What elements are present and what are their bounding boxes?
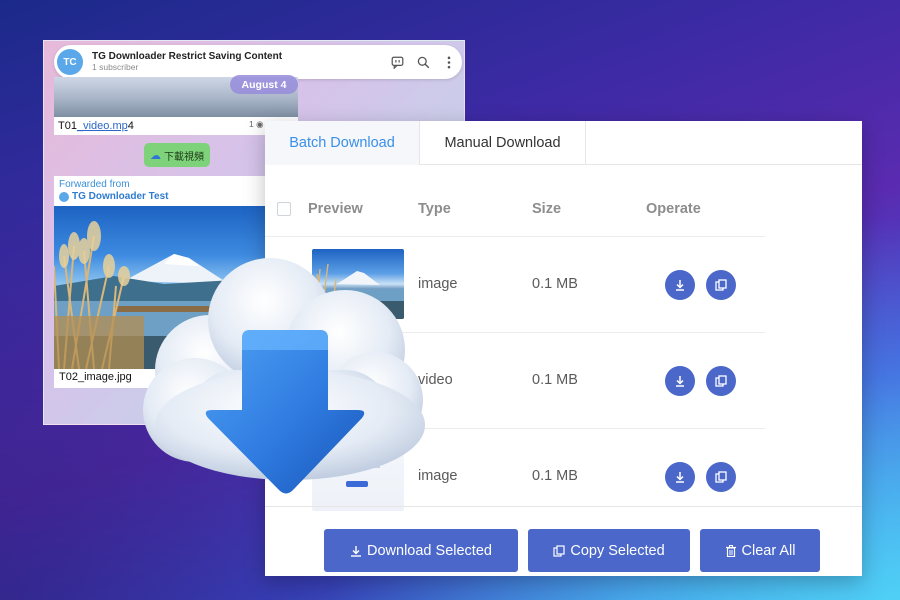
column-header-size: Size: [532, 201, 562, 217]
row-divider: [265, 236, 765, 237]
download-video-label: 下載視頻: [164, 151, 204, 163]
download-selected-button[interactable]: Download Selected: [324, 529, 518, 572]
download-icon: [351, 545, 362, 557]
row2-type: video: [418, 372, 453, 388]
search-icon[interactable]: [410, 49, 436, 75]
row1-preview-thumbnail[interactable]: [312, 249, 404, 319]
row3-preview-text: Problems in Seconds: [320, 453, 392, 460]
tab-manual-download[interactable]: Manual Download: [420, 121, 586, 165]
row2-download-button[interactable]: [665, 366, 695, 396]
cloud-icon: ☁: [150, 149, 161, 162]
row3-preview-subline: [320, 465, 380, 468]
more-vertical-icon[interactable]: [436, 49, 462, 75]
file1-link[interactable]: _video.mp: [77, 120, 128, 132]
footer-divider: [265, 506, 862, 507]
forwarded-message: Forwarded from TG Downloader Test T02_im…: [54, 176, 298, 388]
copy-icon: [553, 544, 565, 557]
file1-meta: 1 ◉: [249, 119, 264, 129]
row3-preview-button: [346, 481, 368, 487]
download-selected-label: Download Selected: [367, 542, 492, 559]
tab-bar: Batch Download Manual Download: [265, 121, 862, 165]
trash-icon: [725, 544, 736, 557]
column-header-operate: Operate: [646, 201, 701, 217]
row1-type: image: [418, 276, 458, 292]
feedback-icon[interactable]: [384, 49, 410, 75]
row3-type: image: [418, 468, 458, 484]
download-icon: [676, 376, 684, 387]
row3-download-button[interactable]: [665, 462, 695, 492]
source-avatar: [59, 191, 69, 202]
forward-source[interactable]: TG Downloader Test: [59, 191, 169, 202]
row1-size: 0.1 MB: [532, 276, 578, 292]
row3-preview-thumbnail[interactable]: Problems in Seconds: [312, 441, 404, 511]
date-pill: August 4: [230, 75, 298, 94]
copy-icon: [715, 471, 727, 483]
download-icon: [676, 280, 684, 291]
column-header-type: Type: [418, 201, 451, 217]
row1-download-button[interactable]: [665, 270, 695, 300]
copy-selected-label: Copy Selected: [570, 542, 665, 559]
row2-size: 0.1 MB: [532, 372, 578, 388]
tab-batch-download[interactable]: Batch Download: [265, 121, 420, 165]
copy-selected-button[interactable]: Copy Selected: [528, 529, 690, 572]
views-icon: ◉: [256, 119, 264, 129]
row-divider: [265, 428, 765, 429]
copy-icon: [715, 375, 727, 387]
row3-copy-button[interactable]: [706, 462, 736, 492]
file1-prefix: T01: [58, 120, 77, 132]
file1-suffix: 4: [127, 120, 134, 132]
channel-avatar[interactable]: TC: [57, 49, 83, 75]
row2-copy-button[interactable]: [706, 366, 736, 396]
forwarded-label: Forwarded from: [59, 179, 130, 190]
column-header-preview: Preview: [308, 201, 363, 217]
row-divider: [265, 332, 765, 333]
clear-all-button[interactable]: Clear All: [700, 529, 820, 572]
download-icon: [676, 472, 684, 483]
subscriber-count: 1 subscriber: [92, 61, 139, 72]
row1-copy-button[interactable]: [706, 270, 736, 300]
row3-size: 0.1 MB: [532, 468, 578, 484]
landscape-image[interactable]: [54, 206, 298, 369]
channel-header[interactable]: TC TG Downloader Restrict Saving Content…: [54, 45, 462, 79]
select-all-checkbox[interactable]: [277, 202, 291, 216]
download-video-button[interactable]: ☁ 下載視頻: [144, 143, 210, 167]
copy-icon: [715, 279, 727, 291]
file2-caption: T02_image.jpg: [59, 371, 132, 383]
downloader-panel: Batch Download Manual Download Preview T…: [265, 121, 862, 576]
clear-all-label: Clear All: [741, 542, 796, 559]
forward-source-name: TG Downloader Test: [72, 191, 169, 202]
